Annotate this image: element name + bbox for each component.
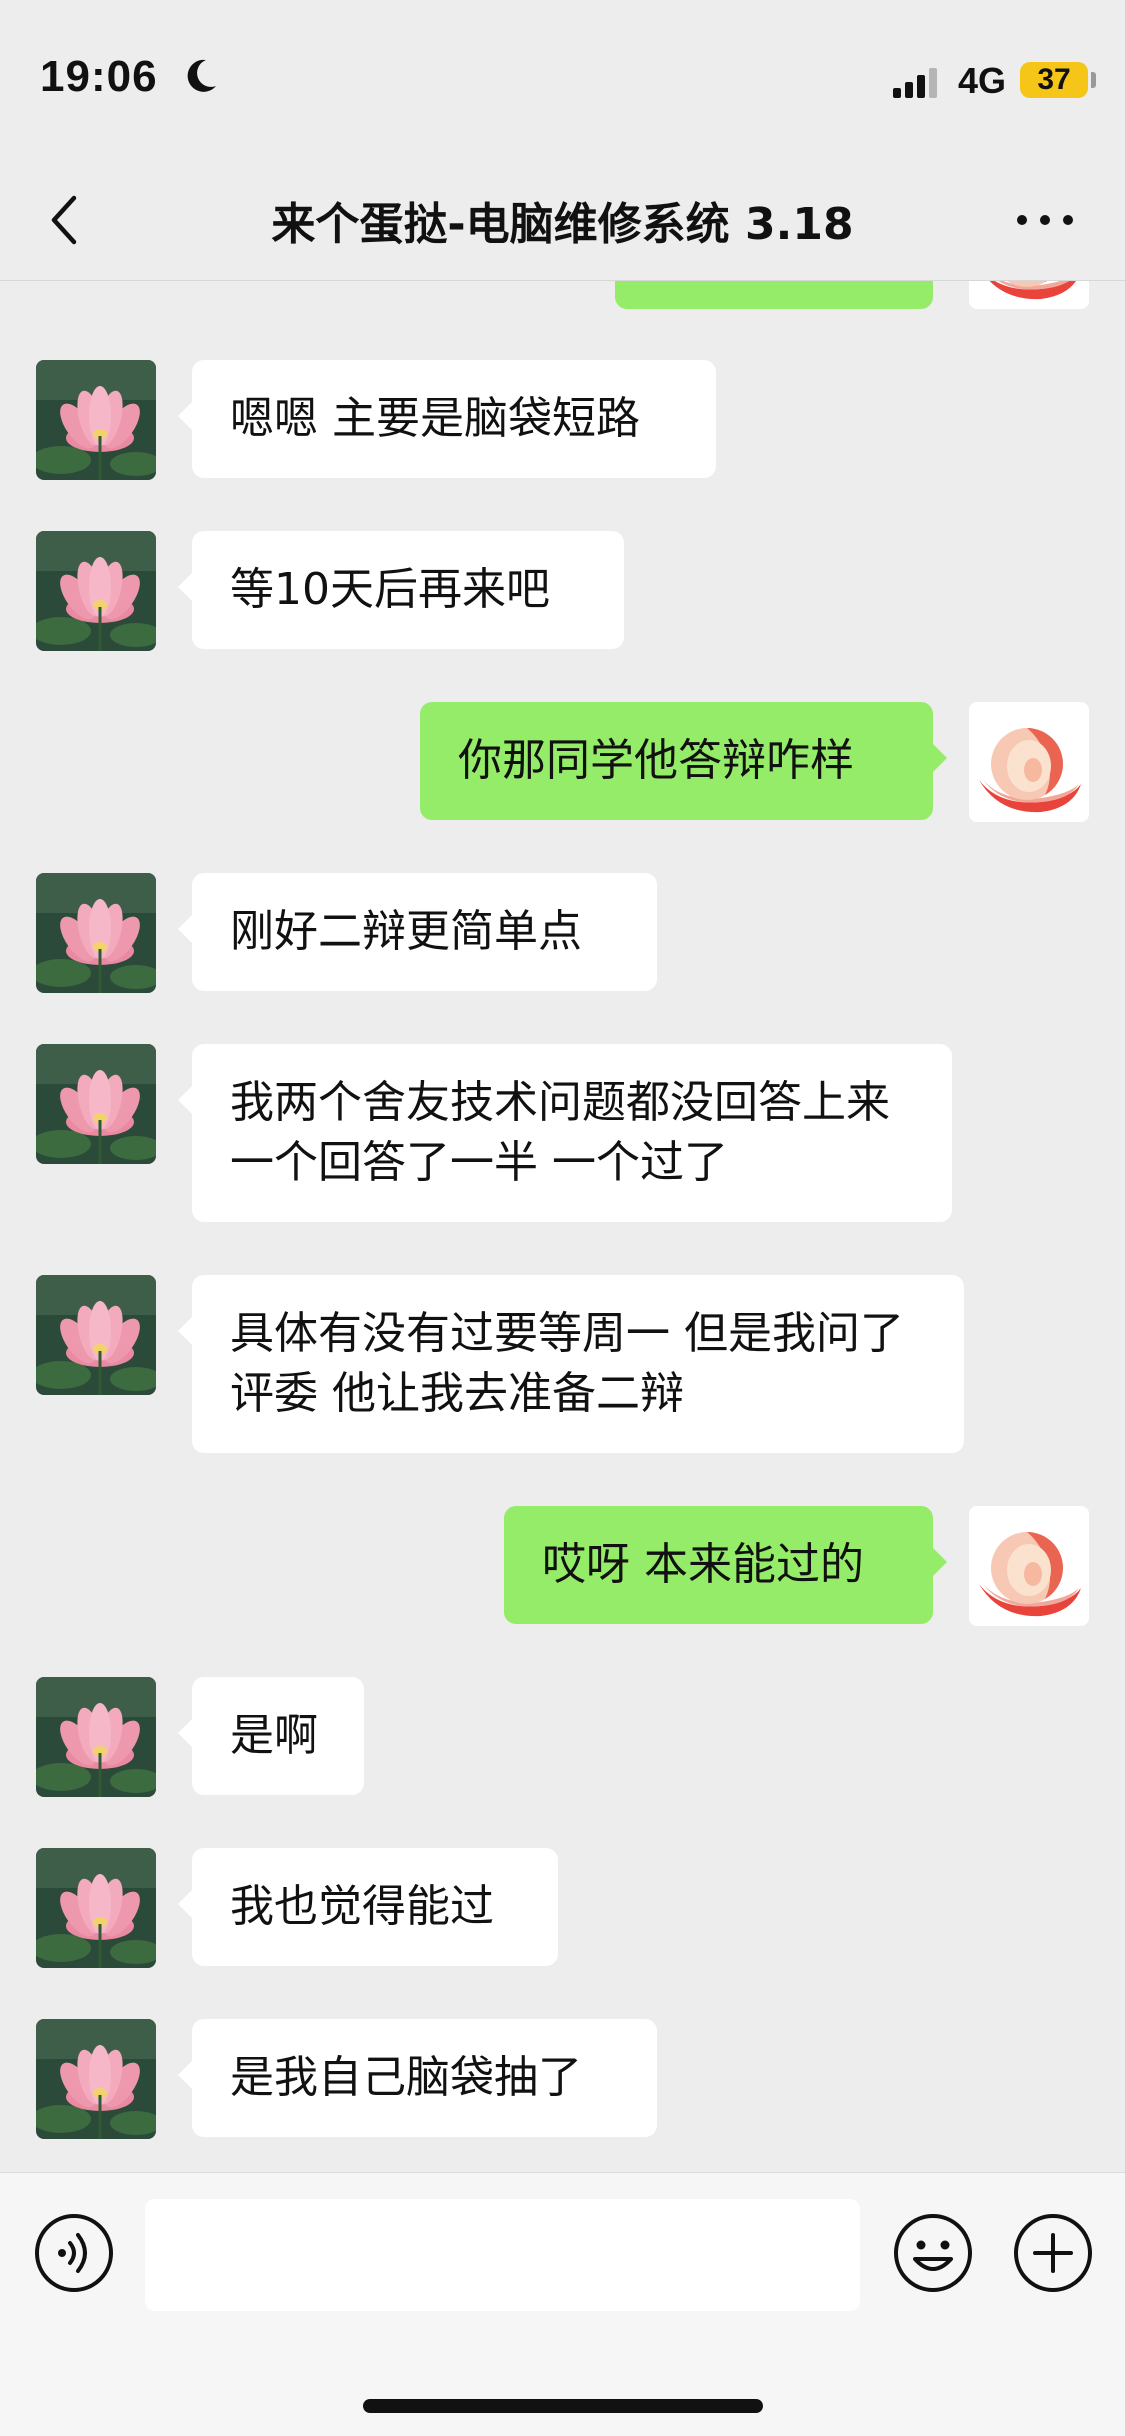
message-bubble[interactable]: 你那同学他答辩咋样: [420, 702, 947, 820]
back-icon[interactable]: [40, 190, 90, 250]
lotus-avatar[interactable]: [36, 1275, 156, 1395]
message-bubble[interactable]: 等10天后再来吧: [178, 531, 624, 649]
peach-avatar[interactable]: [969, 1506, 1089, 1626]
message-bubble[interactable]: 具体有没有过要等周一 但是我问了评委 他让我去准备二辩: [178, 1275, 964, 1453]
battery-tip: [1091, 72, 1096, 88]
message-bubble[interactable]: 是啊: [178, 1677, 364, 1795]
message-input[interactable]: [145, 2199, 860, 2311]
message-bubble[interactable]: 哎呀 本来能过的: [504, 1506, 947, 1624]
voice-icon[interactable]: [34, 2213, 114, 2293]
chat-title: 来个蛋挞-电脑维修系统 3.18: [271, 199, 854, 250]
emoji-icon[interactable]: [893, 2213, 973, 2293]
lotus-avatar[interactable]: [36, 2019, 156, 2139]
lotus-avatar[interactable]: [36, 873, 156, 993]
battery-level: 37: [1020, 62, 1088, 98]
message-list[interactable]: 嗯嗯 主要是脑袋短路 等10天后再来吧 你那同学他答辩咋样 刚好二辩更简单点 我…: [0, 281, 1125, 2171]
plus-icon[interactable]: [1013, 2213, 1093, 2293]
moon-icon: [187, 59, 216, 92]
wechat-chat-screen: 19:06 4G 37 来个蛋挞-电脑维修系统 3.18 嗯嗯 主要是脑袋短路 …: [0, 0, 1125, 2436]
lotus-avatar[interactable]: [36, 1044, 156, 1164]
message-bubble[interactable]: 我两个舍友技术问题都没回答上来 一个回答了一半 一个过了: [178, 1044, 952, 1222]
peach-avatar[interactable]: [969, 281, 1089, 309]
status-bar: 19:06 4G 37: [0, 0, 1125, 160]
message-bubble[interactable]: 嗯嗯 主要是脑袋短路: [178, 360, 716, 478]
message-bubble[interactable]: 是我自己脑袋抽了: [178, 2019, 657, 2137]
signal-icon: [893, 68, 937, 98]
message-bubble[interactable]: 刚好二辩更简单点: [178, 873, 657, 991]
input-bar: [0, 2172, 1125, 2436]
home-indicator[interactable]: [363, 2399, 763, 2413]
message-bubble[interactable]: 我也觉得能过: [178, 1848, 558, 1966]
lotus-avatar[interactable]: [36, 360, 156, 480]
more-icon[interactable]: [1010, 200, 1080, 240]
status-time: 19:06: [40, 52, 158, 101]
network-type: 4G: [958, 60, 1007, 101]
message-bubble-partial[interactable]: [615, 281, 933, 309]
lotus-avatar[interactable]: [36, 1677, 156, 1797]
chat-header: 来个蛋挞-电脑维修系统 3.18: [0, 160, 1125, 281]
lotus-avatar[interactable]: [36, 531, 156, 651]
peach-avatar[interactable]: [969, 702, 1089, 822]
lotus-avatar[interactable]: [36, 1848, 156, 1968]
